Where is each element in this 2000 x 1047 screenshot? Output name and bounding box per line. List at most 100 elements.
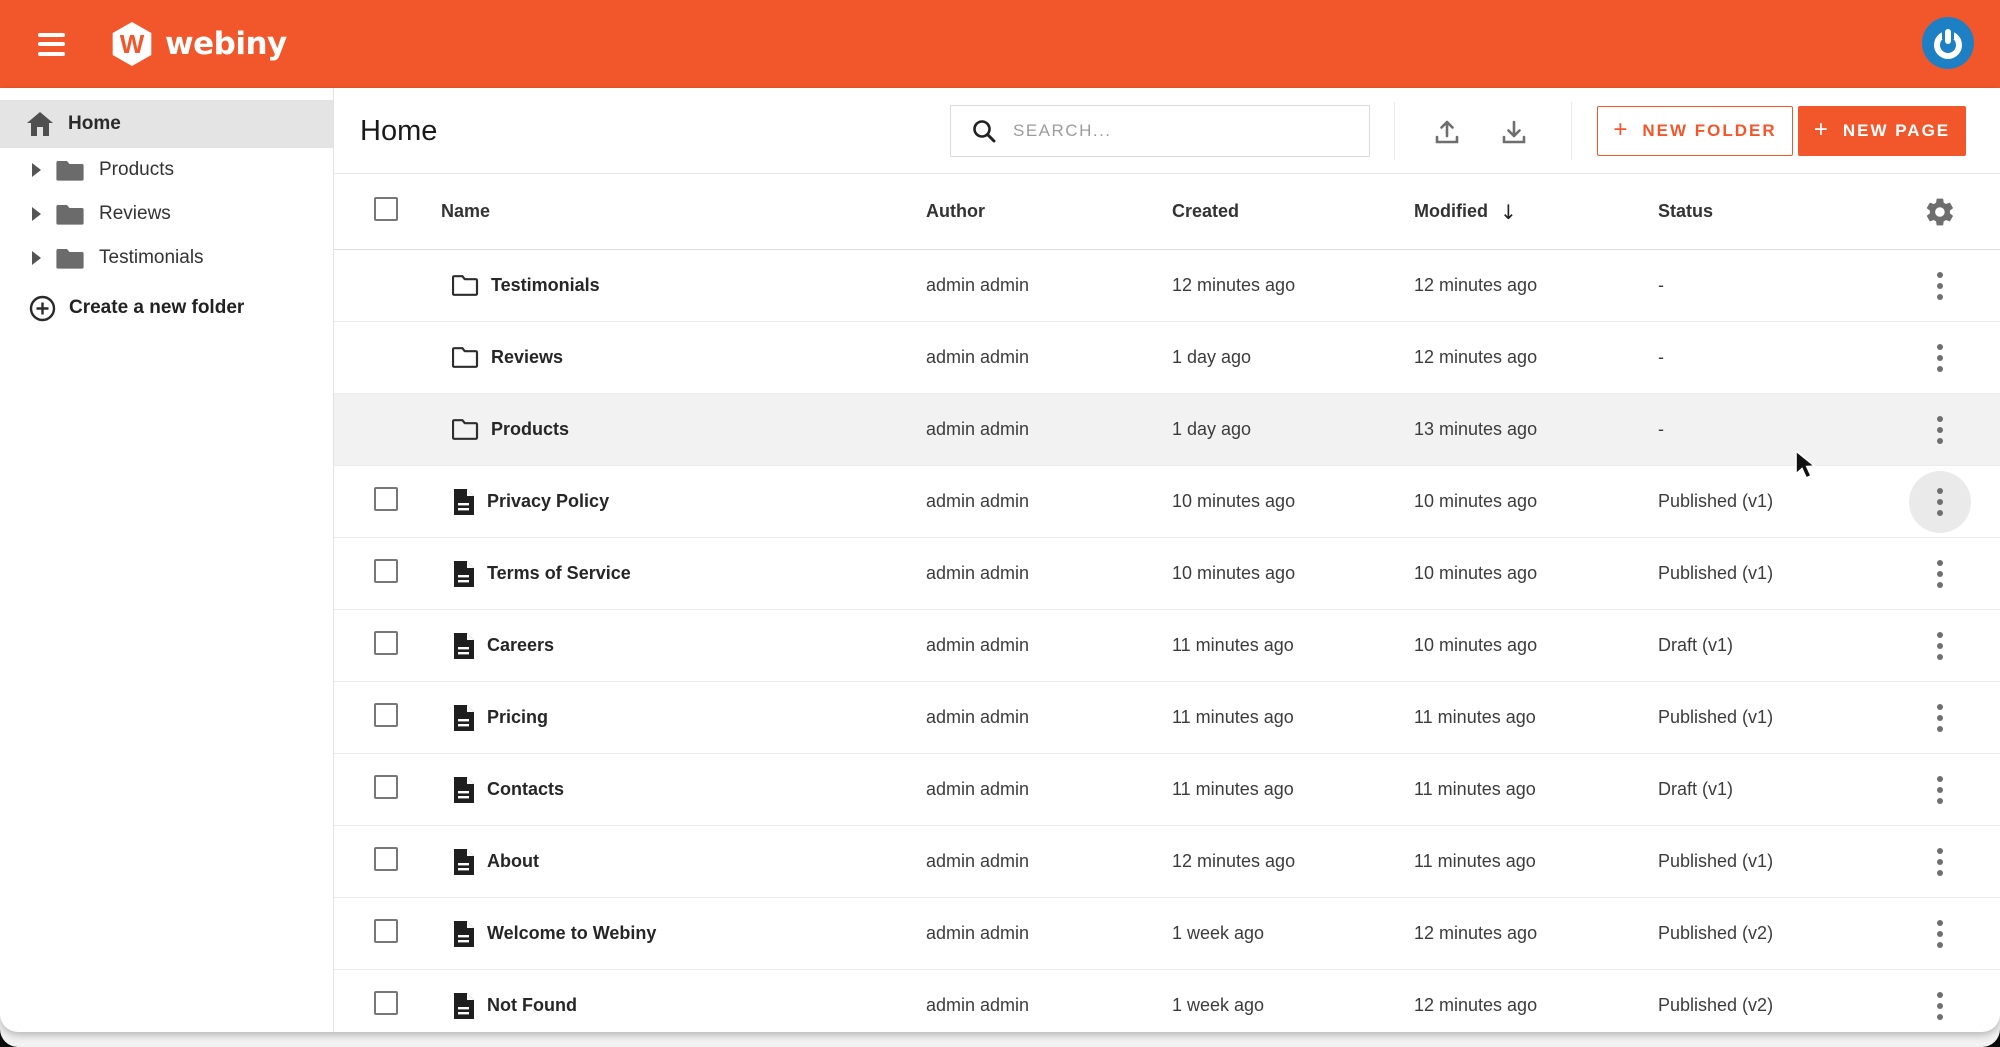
folder-filled-icon xyxy=(56,249,84,269)
table-row[interactable]: About admin admin 12 minutes ago 11 minu… xyxy=(334,826,2000,898)
row-author: admin admin xyxy=(926,995,1030,1015)
webiny-logo: W webiny xyxy=(111,22,287,66)
select-all-checkbox[interactable] xyxy=(374,197,398,221)
row-name[interactable]: Careers xyxy=(487,635,554,656)
sidebar-folder-label: Reviews xyxy=(99,203,171,224)
row-kebab-menu-button[interactable] xyxy=(1931,410,1949,450)
column-header-created[interactable]: Created xyxy=(1172,201,1414,222)
webiny-logo-text: webiny xyxy=(165,26,287,62)
row-status: Published (v2) xyxy=(1658,995,1774,1015)
table-row[interactable]: Testimonials admin admin 12 minutes ago … xyxy=(334,250,2000,322)
caret-right-icon[interactable] xyxy=(32,163,41,177)
download-icon xyxy=(1502,120,1526,144)
row-kebab-menu-button[interactable] xyxy=(1931,338,1949,378)
row-author: admin admin xyxy=(926,563,1030,583)
table-row[interactable]: Products admin admin 1 day ago 13 minute… xyxy=(334,394,2000,466)
row-kebab-menu-button[interactable] xyxy=(1931,482,1949,522)
row-created: 1 day ago xyxy=(1172,419,1252,439)
sidebar-folder-item[interactable]: Testimonials xyxy=(0,236,333,280)
table-settings-gear-icon[interactable] xyxy=(1924,196,1956,228)
sidebar-folder-label: Testimonials xyxy=(99,247,204,268)
row-name[interactable]: Testimonials xyxy=(491,275,600,296)
row-kebab-menu-button[interactable] xyxy=(1931,554,1949,594)
page-document-icon xyxy=(454,632,474,659)
row-kebab-menu-button[interactable] xyxy=(1931,842,1949,882)
row-checkbox[interactable] xyxy=(374,775,398,799)
page-document-icon xyxy=(454,704,474,731)
row-kebab-menu-button[interactable] xyxy=(1931,770,1949,810)
top-navigation-bar: W webiny xyxy=(0,0,2000,88)
row-status: - xyxy=(1658,419,1664,439)
row-name[interactable]: Not Found xyxy=(487,995,577,1016)
row-name[interactable]: Pricing xyxy=(487,707,548,728)
row-checkbox[interactable] xyxy=(374,631,398,655)
row-kebab-menu-button[interactable] xyxy=(1931,914,1949,954)
webiny-logo-hexagon-icon: W xyxy=(112,22,152,66)
search-icon xyxy=(973,120,996,143)
row-name[interactable]: Welcome to Webiny xyxy=(487,923,656,944)
table-row[interactable]: Privacy Policy admin admin 10 minutes ag… xyxy=(334,466,2000,538)
row-name[interactable]: Terms of Service xyxy=(487,563,631,584)
table-row[interactable]: Terms of Service admin admin 10 minutes … xyxy=(334,538,2000,610)
row-created: 10 minutes ago xyxy=(1172,563,1296,583)
row-menu-highlight xyxy=(1909,975,1971,1033)
row-checkbox[interactable] xyxy=(374,487,398,511)
new-page-button[interactable]: + NEW PAGE xyxy=(1798,106,1966,156)
create-new-folder-button[interactable]: Create a new folder xyxy=(0,288,333,328)
row-menu-highlight xyxy=(1909,399,1971,461)
sidebar-folder-item[interactable]: Products xyxy=(0,148,333,192)
column-header-author[interactable]: Author xyxy=(926,201,1172,222)
table-row[interactable]: Careers admin admin 11 minutes ago 10 mi… xyxy=(334,610,2000,682)
row-status: Published (v1) xyxy=(1658,563,1774,583)
create-new-folder-label: Create a new folder xyxy=(69,297,245,318)
row-kebab-menu-button[interactable] xyxy=(1931,986,1949,1026)
column-header-modified[interactable]: Modified ↓ xyxy=(1414,200,1658,224)
column-header-name[interactable]: Name xyxy=(441,201,926,222)
row-status: - xyxy=(1658,275,1664,295)
export-button[interactable] xyxy=(1497,115,1531,149)
page-header: Home SEARCH... + NEW FOLDER + NEW PAGE xyxy=(334,88,2000,174)
folder-filled-icon xyxy=(56,161,84,181)
import-button[interactable] xyxy=(1430,115,1464,149)
column-header-status[interactable]: Status xyxy=(1658,201,1880,222)
user-avatar[interactable] xyxy=(1922,17,1974,69)
row-author: admin admin xyxy=(926,491,1030,511)
row-checkbox[interactable] xyxy=(374,847,398,871)
row-kebab-menu-button[interactable] xyxy=(1931,626,1949,666)
sidebar-item-home[interactable]: Home xyxy=(0,100,333,148)
table-row[interactable]: Not Found admin admin 1 week ago 12 minu… xyxy=(334,970,2000,1032)
search-input[interactable] xyxy=(1011,120,1345,142)
row-created: 1 day ago xyxy=(1172,347,1252,367)
new-page-button-label: NEW PAGE xyxy=(1842,121,1951,140)
row-name[interactable]: Reviews xyxy=(491,347,563,368)
sidebar-home-label: Home xyxy=(68,113,121,134)
caret-right-icon[interactable] xyxy=(32,251,41,265)
row-created: 11 minutes ago xyxy=(1172,635,1294,655)
upload-icon xyxy=(1435,120,1459,144)
row-modified: 10 minutes ago xyxy=(1414,635,1538,655)
row-created: 10 minutes ago xyxy=(1172,491,1296,511)
caret-right-icon[interactable] xyxy=(32,207,41,221)
row-checkbox[interactable] xyxy=(374,559,398,583)
page-document-icon xyxy=(454,560,474,587)
page-document-icon xyxy=(454,992,474,1019)
sidebar-folder-item[interactable]: Reviews xyxy=(0,192,333,236)
row-checkbox[interactable] xyxy=(374,919,398,943)
menu-hamburger-icon[interactable] xyxy=(38,32,65,56)
row-kebab-menu-button[interactable] xyxy=(1931,266,1949,306)
row-name[interactable]: Contacts xyxy=(487,779,564,800)
row-name[interactable]: Privacy Policy xyxy=(487,491,609,512)
row-modified: 12 minutes ago xyxy=(1414,923,1538,943)
row-checkbox[interactable] xyxy=(374,703,398,727)
new-folder-button[interactable]: + NEW FOLDER xyxy=(1597,106,1793,156)
row-name[interactable]: About xyxy=(487,851,539,872)
table-row[interactable]: Pricing admin admin 11 minutes ago 11 mi… xyxy=(334,682,2000,754)
row-checkbox[interactable] xyxy=(374,991,398,1015)
app-content: Home Products Reviews Testimonials Creat… xyxy=(0,88,2000,1032)
row-kebab-menu-button[interactable] xyxy=(1931,698,1949,738)
table-row[interactable]: Contacts admin admin 11 minutes ago 11 m… xyxy=(334,754,2000,826)
table-row[interactable]: Reviews admin admin 1 day ago 12 minutes… xyxy=(334,322,2000,394)
table-row[interactable]: Welcome to Webiny admin admin 1 week ago… xyxy=(334,898,2000,970)
row-name[interactable]: Products xyxy=(491,419,569,440)
row-modified: 10 minutes ago xyxy=(1414,563,1538,583)
